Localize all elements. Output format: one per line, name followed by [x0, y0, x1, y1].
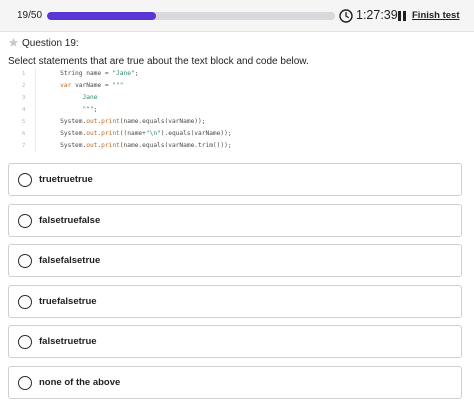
finish-test-link[interactable]: Finish test: [412, 10, 460, 21]
radio-button[interactable]: [18, 375, 32, 390]
code-token: ;: [134, 70, 139, 77]
star-icon[interactable]: [8, 37, 19, 48]
code-token: """: [112, 82, 124, 89]
top-bar: 19/50 1:27:39 Finish test: [0, 0, 474, 32]
code-line: 7 System.out.print(name.equals(varName.t…: [8, 140, 308, 152]
radio-button[interactable]: [18, 294, 32, 309]
timer: 1:27:39: [356, 8, 398, 22]
code-text: Jane: [8, 92, 98, 104]
radio-button[interactable]: [18, 213, 32, 228]
code-token: ((name+: [119, 130, 146, 137]
progress-count: 19/50: [17, 10, 43, 21]
code-token: (name.equals(varName.trim()));: [119, 142, 232, 149]
code-token: print: [101, 118, 120, 125]
code-block: 1 String name = "Jane"; 2 var varName = "…: [8, 68, 308, 156]
code-text: var varName = """: [8, 80, 124, 92]
progress-bar: [47, 12, 335, 20]
code-token: varName =: [71, 82, 113, 89]
radio-button[interactable]: [18, 335, 32, 349]
code-text: System.out.print(name.equals(varName.tri…: [8, 140, 232, 152]
code-token: (name.equals(varName));: [119, 118, 206, 125]
code-token: ;: [93, 106, 98, 113]
code-token: print: [101, 130, 120, 137]
question-prompt: Select statements that are true about th…: [8, 56, 309, 67]
radio-button[interactable]: [18, 254, 32, 268]
code-line: 4 """;: [8, 104, 308, 116]
code-line: 2 var varName = """: [8, 80, 308, 92]
answer-option-label: truetruetrue: [39, 174, 93, 185]
answer-option[interactable]: none of the above: [8, 365, 462, 399]
code-token: System.: [60, 142, 87, 149]
code-line: 3 Jane: [8, 92, 308, 104]
code-token: print: [101, 142, 120, 149]
code-token: var: [60, 82, 72, 89]
code-text: System.out.print((name+"\n").equals(varN…: [8, 128, 232, 140]
code-text: System.out.print(name.equals(varName));: [8, 116, 205, 128]
clock-icon: [339, 9, 353, 23]
code-token: out: [86, 130, 98, 137]
answer-option[interactable]: falsefalsetrue: [8, 244, 462, 277]
answer-option-label: none of the above: [39, 376, 121, 388]
code-token: Jane: [82, 94, 98, 101]
pause-icon[interactable]: [398, 11, 406, 21]
answer-option[interactable]: truetruetrue: [8, 163, 462, 196]
code-token: out: [86, 142, 98, 149]
answer-option-label: falsefalsetrue: [39, 255, 101, 266]
code-token: "Jane": [112, 70, 135, 77]
question-title: Question 19:: [22, 38, 79, 49]
code-token: String name =: [60, 70, 113, 77]
answer-option-label: truefalsetrue: [39, 295, 97, 307]
code-line: 5 System.out.print(name.equals(varName))…: [8, 116, 308, 128]
answer-option[interactable]: falsetruefalse: [8, 203, 462, 237]
answer-option[interactable]: falsetruetrue: [8, 325, 462, 358]
code-text: """;: [8, 104, 98, 116]
progress-bar-fill: [47, 12, 157, 20]
code-token: "\n": [145, 130, 161, 137]
code-token: ).equals(varName));: [160, 130, 232, 137]
code-token: """: [82, 106, 94, 113]
code-token: System.: [60, 118, 87, 125]
code-token: System.: [60, 130, 87, 137]
code-token: out: [86, 118, 98, 125]
radio-button[interactable]: [18, 173, 32, 187]
code-text: String name = "Jane";: [8, 68, 138, 80]
code-line: 1 String name = "Jane";: [8, 68, 308, 80]
answer-option-label: falsetruefalse: [39, 214, 101, 226]
code-line: 6 System.out.print((name+"\n").equals(va…: [8, 128, 308, 140]
answer-option-label: falsetruetrue: [39, 336, 97, 347]
answer-option[interactable]: truefalsetrue: [8, 284, 462, 318]
